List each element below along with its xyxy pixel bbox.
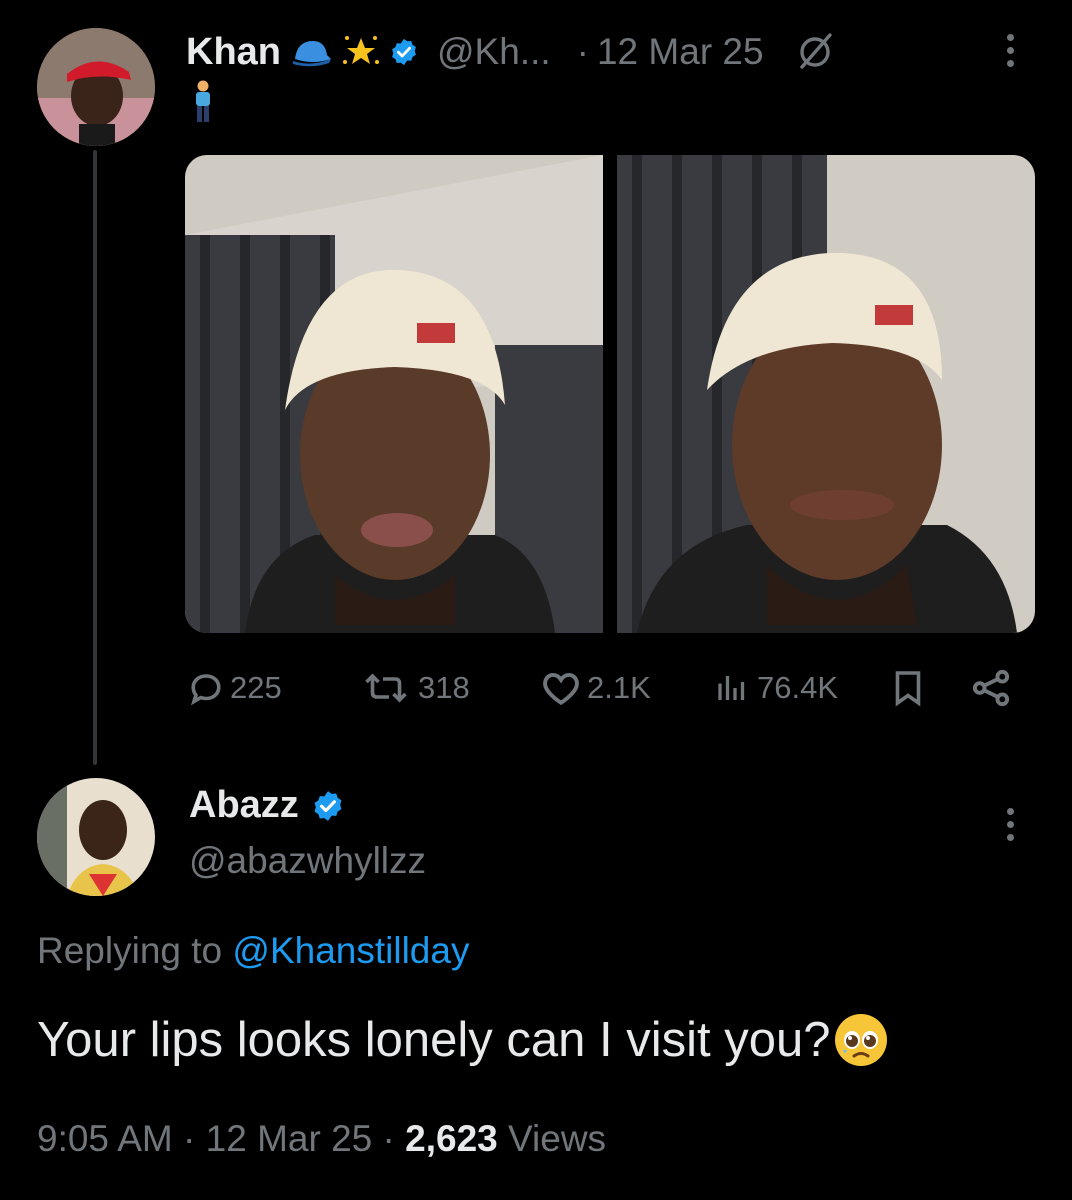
reply-text: Your lips looks lonely can I visit you?	[37, 1013, 831, 1067]
blue-cap-emoji-icon	[289, 35, 333, 69]
thread-connector-line	[93, 150, 97, 765]
avatar-khan[interactable]	[37, 28, 155, 146]
author-handle[interactable]: @Kh...	[437, 31, 551, 73]
glowing-star-emoji-icon	[341, 32, 381, 72]
heart-icon	[543, 672, 579, 706]
views-count: 76.4K	[757, 670, 839, 705]
replying-to-line: Replying to @Khanstillday	[37, 930, 469, 972]
verified-badge-icon	[311, 789, 345, 823]
tweet-more-icon[interactable]	[1007, 34, 1014, 67]
share-button[interactable]	[970, 668, 1012, 708]
views-icon	[718, 676, 745, 700]
verified-badge-icon	[389, 37, 419, 67]
grok-icon[interactable]	[794, 31, 836, 73]
separator-dot: ·	[576, 31, 589, 72]
reply-more-icon[interactable]	[1007, 808, 1014, 841]
tweet-header: Khan @Kh... · 12 Mar 25	[186, 28, 836, 76]
tweet-photo-1[interactable]	[185, 155, 603, 633]
reply-meta-line: 9:05 AM · 12 Mar 25 · 2,623 Views	[37, 1118, 606, 1160]
tweet-date[interactable]: 12 Mar 25	[597, 31, 764, 73]
replying-to-mention[interactable]: @Khanstillday	[232, 930, 469, 971]
bookmark-button[interactable]	[890, 668, 926, 708]
reply-count: 225	[230, 670, 282, 705]
person-standing-emoji-icon	[192, 80, 214, 124]
retweet-count: 318	[418, 670, 470, 705]
tweet-photo-2[interactable]	[617, 155, 1035, 633]
reply-views-label: Views	[508, 1118, 607, 1159]
separator-dot: ·	[382, 1118, 395, 1159]
pleading-face-emoji-icon	[833, 1012, 889, 1068]
reply-time[interactable]: 9:05 AM	[37, 1118, 173, 1159]
retweet-icon	[365, 673, 407, 703]
views-button[interactable]: 76.4K	[713, 668, 838, 708]
like-count: 2.1K	[587, 670, 651, 705]
reply-views-count[interactable]: 2,623	[405, 1118, 498, 1159]
bookmark-icon	[895, 671, 921, 707]
share-icon	[972, 669, 1010, 707]
reply-icon	[190, 674, 221, 706]
reply-author-name[interactable]: Abazz	[189, 784, 299, 827]
separator-dot: ·	[183, 1118, 196, 1159]
reply-author-row: Abazz	[189, 784, 345, 827]
reply-text-line: Your lips looks lonely can I visit you?	[37, 1012, 889, 1068]
reply-author-handle[interactable]: @abazwhyllzz	[189, 840, 426, 882]
like-button[interactable]: 2.1K	[541, 668, 651, 708]
replying-to-label: Replying to	[37, 930, 223, 971]
reply-count-button[interactable]: 225	[188, 668, 282, 708]
author-name[interactable]: Khan	[186, 31, 281, 74]
retweet-button[interactable]: 318	[360, 668, 470, 708]
avatar-abazz[interactable]	[37, 778, 155, 896]
reply-date[interactable]: 12 Mar 25	[206, 1118, 373, 1159]
